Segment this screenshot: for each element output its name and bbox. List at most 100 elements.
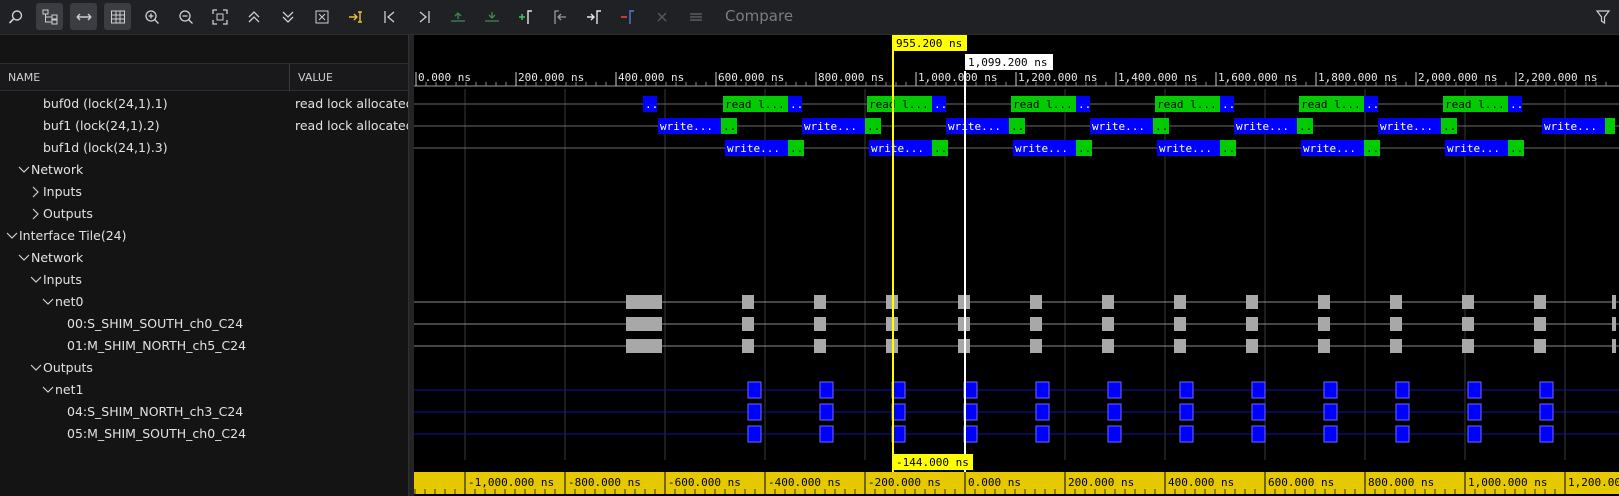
packet-marker[interactable] xyxy=(1030,295,1042,309)
previous-edge-icon[interactable] xyxy=(376,3,403,30)
packet-marker[interactable] xyxy=(1612,339,1616,353)
chevron-down-icon[interactable] xyxy=(17,251,31,265)
previous-marker-icon[interactable] xyxy=(546,3,573,30)
signal-row[interactable]: Inputs xyxy=(0,181,408,203)
packet-marker[interactable] xyxy=(1246,339,1258,353)
signal-row[interactable]: Inputs xyxy=(0,269,408,291)
packet-marker[interactable] xyxy=(1395,403,1410,421)
packet-marker[interactable] xyxy=(1462,295,1474,309)
packet-marker[interactable] xyxy=(1035,381,1050,399)
packet-marker[interactable] xyxy=(1174,295,1186,309)
signal-row[interactable]: net1 xyxy=(0,379,408,401)
move-up-icon[interactable] xyxy=(444,3,471,30)
packet-marker[interactable] xyxy=(1035,403,1050,421)
signal-row[interactable]: buf1d (lock(24,1).3) xyxy=(0,137,408,159)
signal-row[interactable]: 05:M_SHIM_SOUTH_ch0_C24 xyxy=(0,423,408,445)
signal-row[interactable]: Outputs xyxy=(0,203,408,225)
zoom-fit-icon[interactable] xyxy=(206,3,233,30)
packet-marker[interactable] xyxy=(1179,381,1194,399)
zoom-in-icon[interactable] xyxy=(138,3,165,30)
hierarchy-icon[interactable] xyxy=(36,3,63,30)
packet-marker[interactable] xyxy=(819,425,834,443)
packet-marker[interactable] xyxy=(1251,425,1266,443)
packet-marker[interactable] xyxy=(1318,317,1330,331)
packet-marker[interactable] xyxy=(1390,317,1402,331)
packet-marker[interactable] xyxy=(819,381,834,399)
close-signal-icon[interactable] xyxy=(308,3,335,30)
packet-marker[interactable] xyxy=(742,317,754,331)
chevron-down-icon[interactable] xyxy=(29,361,43,375)
signal-row[interactable]: Interface Tile(24) xyxy=(0,225,408,247)
packet-marker[interactable] xyxy=(1467,403,1482,421)
packet-marker[interactable] xyxy=(1251,381,1266,399)
waveform-view[interactable]: 0.000 ns 200.000 ns 400.000 ns 600.000 ns 80… xyxy=(414,35,1619,496)
packet-marker[interactable] xyxy=(742,339,754,353)
fit-width-icon[interactable] xyxy=(70,3,97,30)
packet-marker[interactable] xyxy=(1102,295,1114,309)
packet-marker[interactable] xyxy=(1179,403,1194,421)
packet-marker[interactable] xyxy=(747,403,762,421)
packet-marker[interactable] xyxy=(1395,381,1410,399)
packet-marker[interactable] xyxy=(1534,339,1546,353)
packet-marker[interactable] xyxy=(1534,317,1546,331)
packet-marker[interactable] xyxy=(1035,425,1050,443)
packet-marker[interactable] xyxy=(1102,317,1114,331)
packet-marker[interactable] xyxy=(1107,381,1122,399)
packet-marker[interactable] xyxy=(1539,403,1554,421)
packet-marker[interactable] xyxy=(1174,339,1186,353)
packet-marker[interactable] xyxy=(814,317,826,331)
packet-marker[interactable] xyxy=(1612,317,1616,331)
packet-marker[interactable] xyxy=(1467,425,1482,443)
packet-marker[interactable] xyxy=(1390,295,1402,309)
packet-marker[interactable] xyxy=(1107,425,1122,443)
chevron-down-icon[interactable] xyxy=(41,295,55,309)
move-down-icon[interactable] xyxy=(478,3,505,30)
filter-icon[interactable] xyxy=(1589,3,1616,30)
packet-marker[interactable] xyxy=(626,295,662,309)
packet-marker[interactable] xyxy=(1246,317,1258,331)
packet-marker[interactable] xyxy=(742,295,754,309)
signal-row[interactable]: 04:S_SHIM_NORTH_ch3_C24 xyxy=(0,401,408,423)
packet-marker[interactable] xyxy=(1318,339,1330,353)
packet-marker[interactable] xyxy=(1534,295,1546,309)
add-marker-icon[interactable] xyxy=(512,3,539,30)
signal-row[interactable]: buf0d (lock(24,1).1) read lock allocated xyxy=(0,93,414,115)
expand-all-icon[interactable] xyxy=(274,3,301,30)
signal-row[interactable]: net0 xyxy=(0,291,408,313)
zoom-out-icon[interactable] xyxy=(172,3,199,30)
signal-row[interactable]: Outputs xyxy=(0,357,408,379)
list-icon[interactable] xyxy=(682,3,709,30)
packet-marker[interactable] xyxy=(1612,295,1616,309)
signal-row[interactable]: buf1 (lock(24,1).2) read lock allocated xyxy=(0,115,414,137)
column-divider[interactable] xyxy=(289,64,290,91)
packet-marker[interactable] xyxy=(1539,381,1554,399)
packet-marker[interactable] xyxy=(814,295,826,309)
packet-marker[interactable] xyxy=(1107,403,1122,421)
packet-marker[interactable] xyxy=(1539,425,1554,443)
packet-marker[interactable] xyxy=(1246,295,1258,309)
packet-marker[interactable] xyxy=(1323,381,1338,399)
packet-marker[interactable] xyxy=(747,381,762,399)
name-column-header[interactable]: NAME xyxy=(8,71,40,84)
signal-row[interactable]: Network xyxy=(0,247,408,269)
value-column-header[interactable]: VALUE xyxy=(298,71,333,84)
next-edge-icon[interactable] xyxy=(410,3,437,30)
packet-marker[interactable] xyxy=(1318,295,1330,309)
packet-marker[interactable] xyxy=(814,339,826,353)
chevron-down-icon[interactable] xyxy=(41,383,55,397)
packet-marker[interactable] xyxy=(1030,339,1042,353)
goto-start-icon[interactable] xyxy=(342,3,369,30)
chevron-right-icon[interactable] xyxy=(29,185,43,199)
packet-marker[interactable] xyxy=(1323,425,1338,443)
search-icon[interactable] xyxy=(2,3,29,30)
remove-marker-icon[interactable] xyxy=(614,3,641,30)
packet-marker[interactable] xyxy=(1179,425,1194,443)
packet-marker[interactable] xyxy=(1395,425,1410,443)
packet-marker[interactable] xyxy=(626,317,662,331)
packet-marker[interactable] xyxy=(1462,339,1474,353)
packet-marker[interactable] xyxy=(1102,339,1114,353)
signal-row[interactable]: 01:M_SHIM_NORTH_ch5_C24 xyxy=(0,335,408,357)
chevron-down-icon[interactable] xyxy=(5,229,19,243)
chevron-down-icon[interactable] xyxy=(17,163,31,177)
packet-marker[interactable] xyxy=(1390,339,1402,353)
